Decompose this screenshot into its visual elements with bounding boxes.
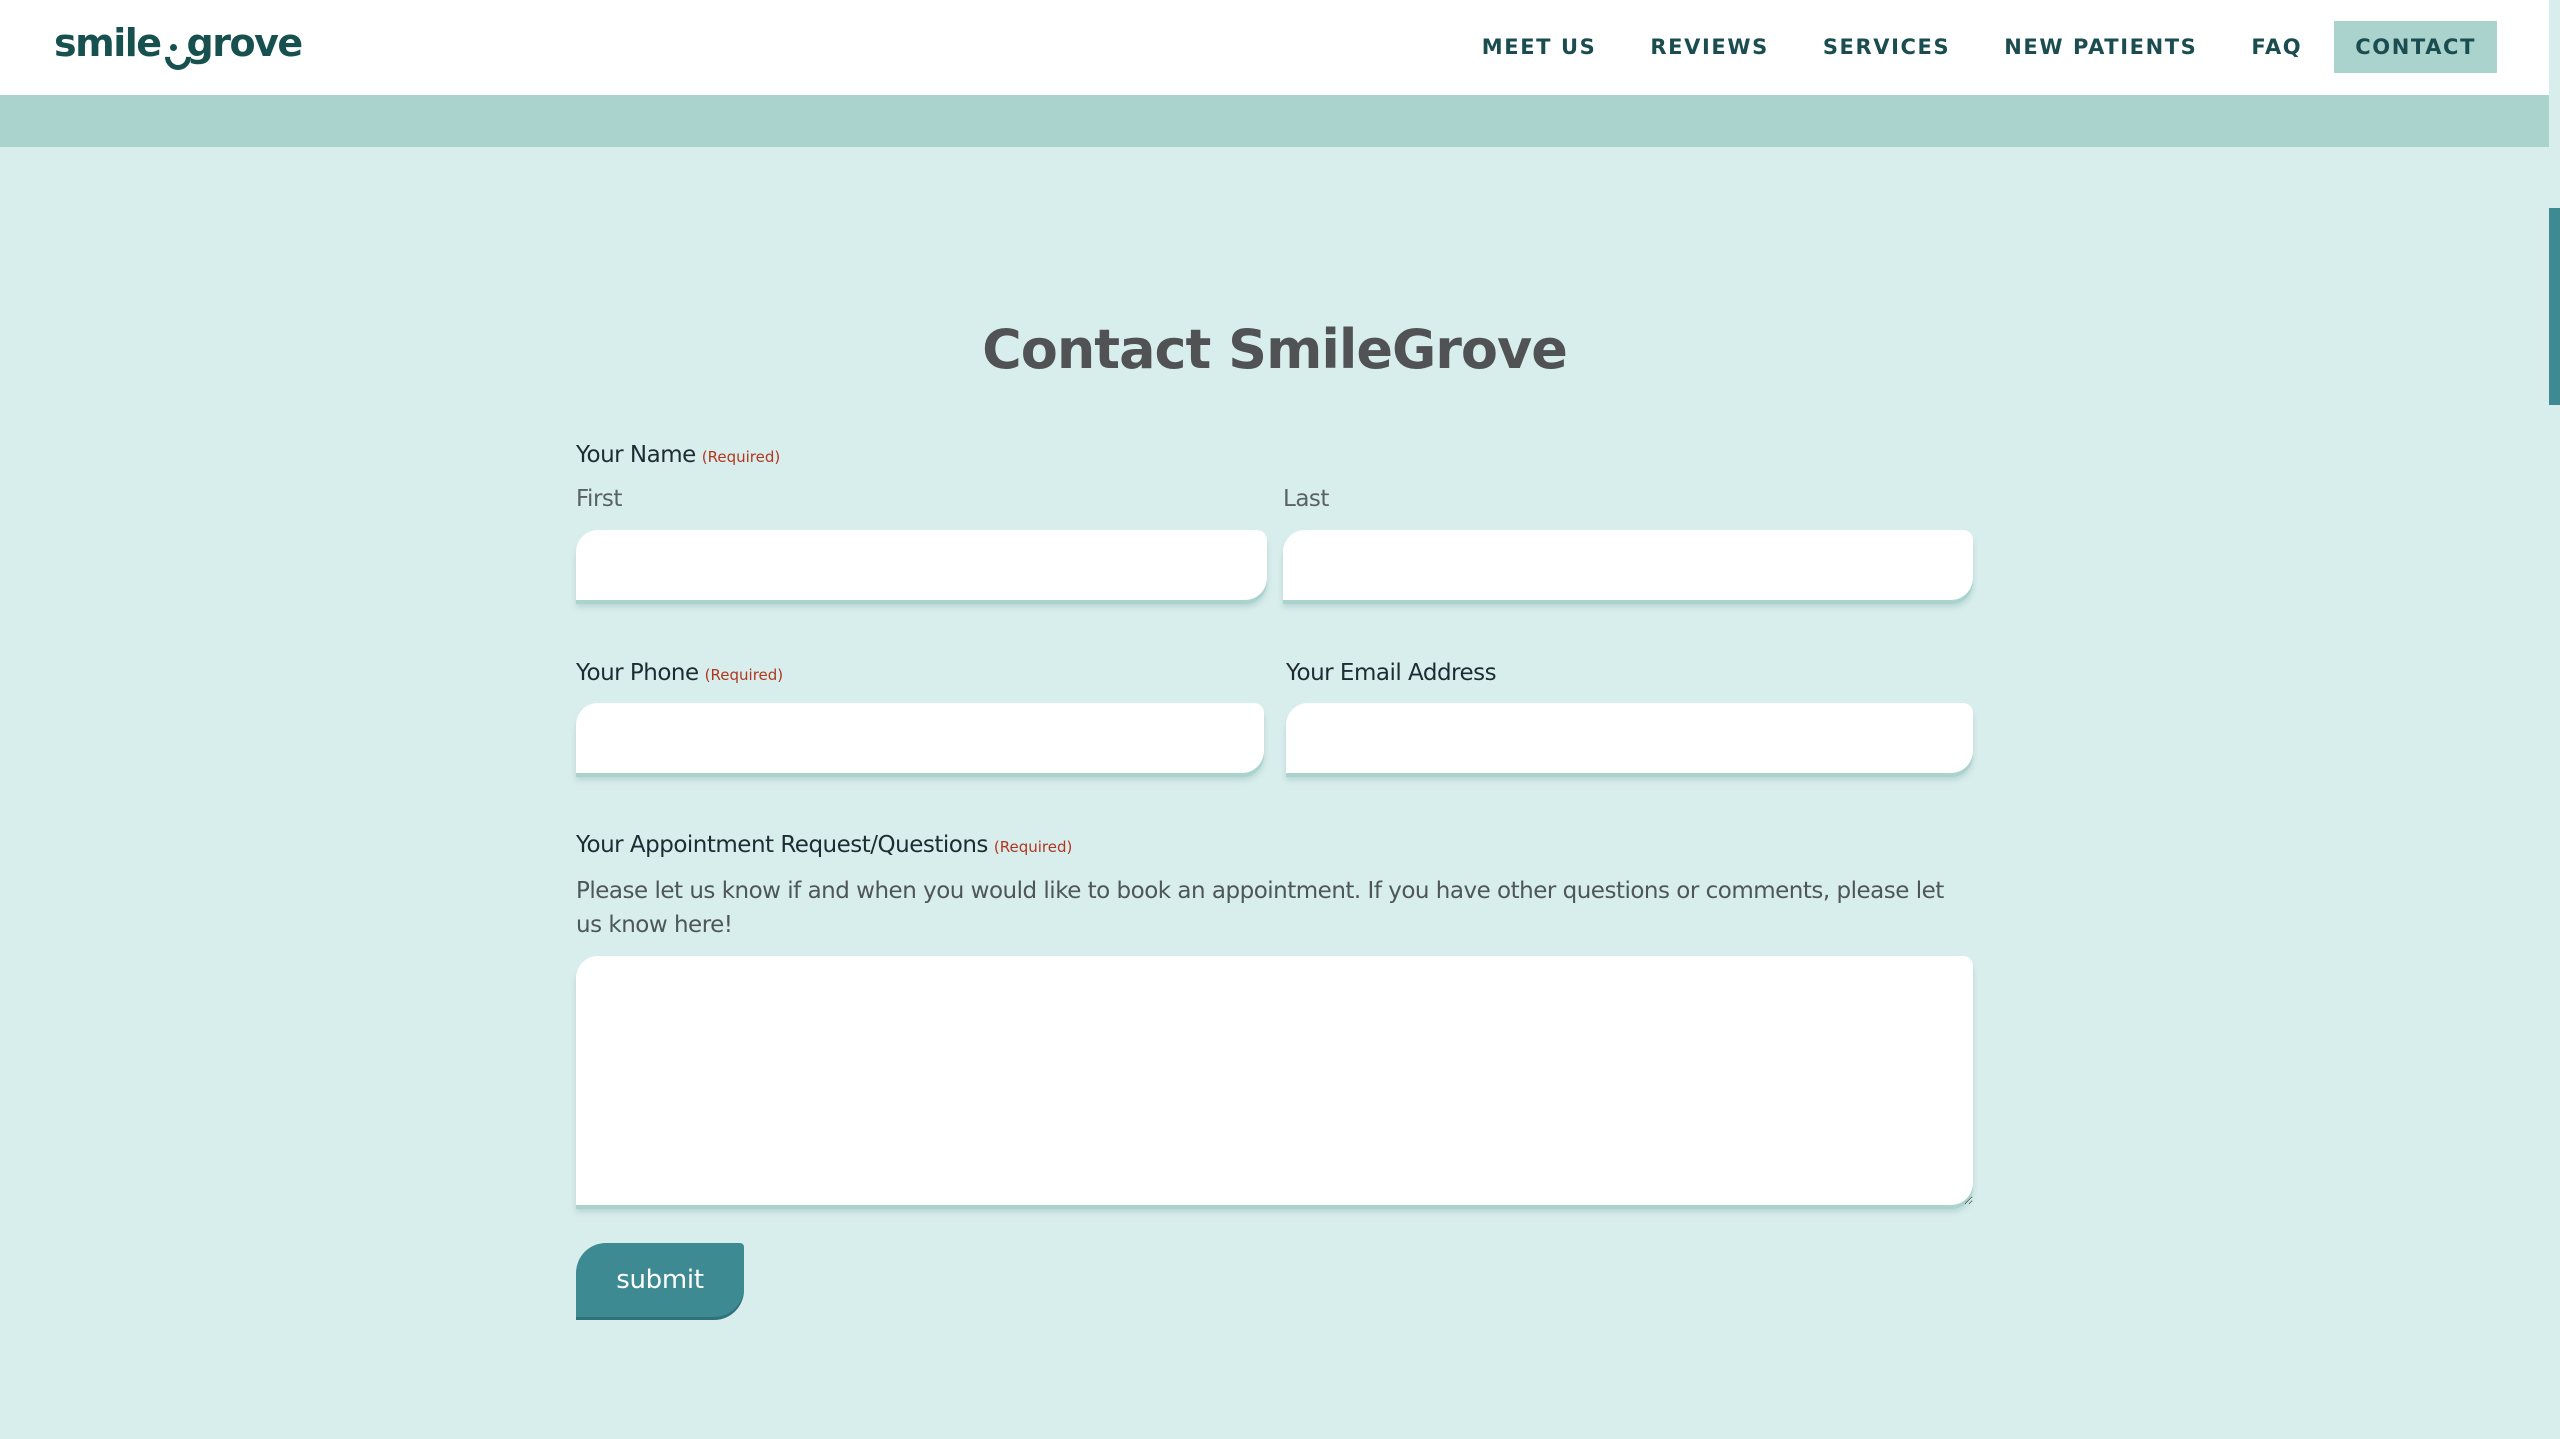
required-tag: (Required) <box>993 838 1073 856</box>
logo-smile-icon <box>159 18 196 76</box>
page-title: Contact SmileGrove <box>982 318 1568 381</box>
last-name-sublabel: Last <box>1283 486 1329 512</box>
site-logo[interactable]: smile grove <box>54 18 304 76</box>
scrollbar-track[interactable] <box>2549 0 2560 1439</box>
first-name-sublabel: First <box>576 486 622 512</box>
site-header: smile grove MEET US REVIEWS SERVICES NEW… <box>0 0 2549 95</box>
email-label: Your Email Address <box>1286 660 1497 686</box>
required-tag: (Required) <box>704 666 784 684</box>
message-label: Your Appointment Request/Questions (Requi… <box>576 832 1072 858</box>
email-input[interactable] <box>1286 703 1973 773</box>
logo-text-grove: grove <box>186 21 304 65</box>
first-name-input[interactable] <box>576 530 1267 600</box>
last-name-input[interactable] <box>1283 530 1973 600</box>
nav-new-patients[interactable]: NEW PATIENTS <box>1977 21 2224 73</box>
nav-services[interactable]: SERVICES <box>1796 21 1977 73</box>
submit-button[interactable]: submit <box>576 1243 744 1317</box>
nav-contact[interactable]: CONTACT <box>2334 21 2497 73</box>
header-accent-band <box>0 95 2549 147</box>
message-textarea[interactable] <box>576 956 1973 1205</box>
nav-reviews[interactable]: REVIEWS <box>1623 21 1795 73</box>
phone-input[interactable] <box>576 703 1264 773</box>
required-tag: (Required) <box>701 448 781 466</box>
nav-meet-us[interactable]: MEET US <box>1455 21 1624 73</box>
name-label: Your Name (Required) <box>576 442 780 468</box>
main-nav: MEET US REVIEWS SERVICES NEW PATIENTS FA… <box>1455 21 2497 73</box>
message-description: Please let us know if and when you would… <box>576 878 1944 938</box>
nav-faq[interactable]: FAQ <box>2224 21 2329 73</box>
email-label-text: Your Email Address <box>1286 660 1497 686</box>
logo-text-smile: smile <box>54 21 162 65</box>
phone-label: Your Phone (Required) <box>576 660 783 686</box>
name-label-text: Your Name <box>576 442 696 468</box>
phone-label-text: Your Phone <box>576 660 699 686</box>
message-label-text: Your Appointment Request/Questions <box>576 832 988 858</box>
scrollbar-thumb[interactable] <box>2549 208 2560 405</box>
